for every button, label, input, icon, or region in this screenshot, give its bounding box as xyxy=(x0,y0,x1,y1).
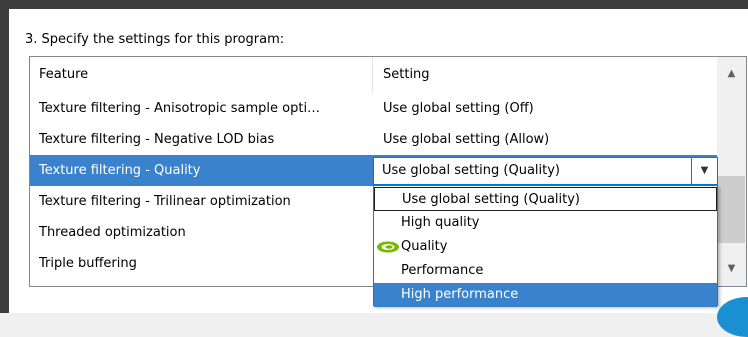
dropdown-option-label: High quality xyxy=(401,215,480,230)
vertical-scrollbar[interactable]: ▲ ▼ xyxy=(717,57,746,286)
dropdown-option[interactable]: Use global setting (Quality) xyxy=(374,187,717,211)
column-header-setting[interactable]: Setting xyxy=(383,57,430,93)
window-frame-top xyxy=(0,0,748,9)
dropdown-option-label: Use global setting (Quality) xyxy=(402,192,580,207)
feature-cell: Texture filtering - Trilinear optimizati… xyxy=(39,194,291,209)
dropdown-option[interactable]: Quality xyxy=(374,235,717,259)
dropdown-option-label: Performance xyxy=(401,263,484,278)
window-frame-left xyxy=(0,0,9,313)
dropdown-option-highlighted[interactable]: High performance xyxy=(374,283,717,307)
dropdown-option-label: High performance xyxy=(401,287,519,302)
chevron-down-icon[interactable]: ▼ xyxy=(717,252,746,286)
setting-combobox[interactable]: Use global setting (Quality) ▼ xyxy=(373,157,718,185)
table-row[interactable]: Texture filtering - Negative LOD bias Us… xyxy=(30,124,717,155)
dropdown-option[interactable]: Performance xyxy=(374,259,717,283)
feature-cell: Threaded optimization xyxy=(39,225,186,240)
chevron-down-icon[interactable]: ▼ xyxy=(691,158,717,184)
setting-dropdown-list[interactable]: Use global setting (Quality) High qualit… xyxy=(373,185,718,307)
scrollbar-thumb[interactable] xyxy=(718,176,745,243)
feature-cell: Texture filtering - Quality xyxy=(39,163,201,178)
nvidia-logo-icon xyxy=(377,241,399,253)
feature-cell: Texture filtering - Anisotropic sample o… xyxy=(39,101,321,116)
step-instruction: 3. Specify the settings for this program… xyxy=(25,32,285,47)
chevron-up-icon[interactable]: ▲ xyxy=(717,57,746,91)
setting-cell: Use global setting (Allow) xyxy=(383,132,550,147)
column-divider[interactable] xyxy=(372,57,373,93)
dropdown-option-label: Quality xyxy=(401,239,448,254)
setting-cell: Use global setting (Off) xyxy=(383,101,534,116)
feature-cell: Texture filtering - Negative LOD bias xyxy=(39,132,275,147)
combobox-value: Use global setting (Quality) xyxy=(382,163,560,178)
feature-cell: Triple buffering xyxy=(39,256,137,271)
column-header-feature[interactable]: Feature xyxy=(39,57,88,93)
table-row[interactable]: Texture filtering - Anisotropic sample o… xyxy=(30,93,717,124)
dropdown-option[interactable]: High quality xyxy=(374,211,717,235)
